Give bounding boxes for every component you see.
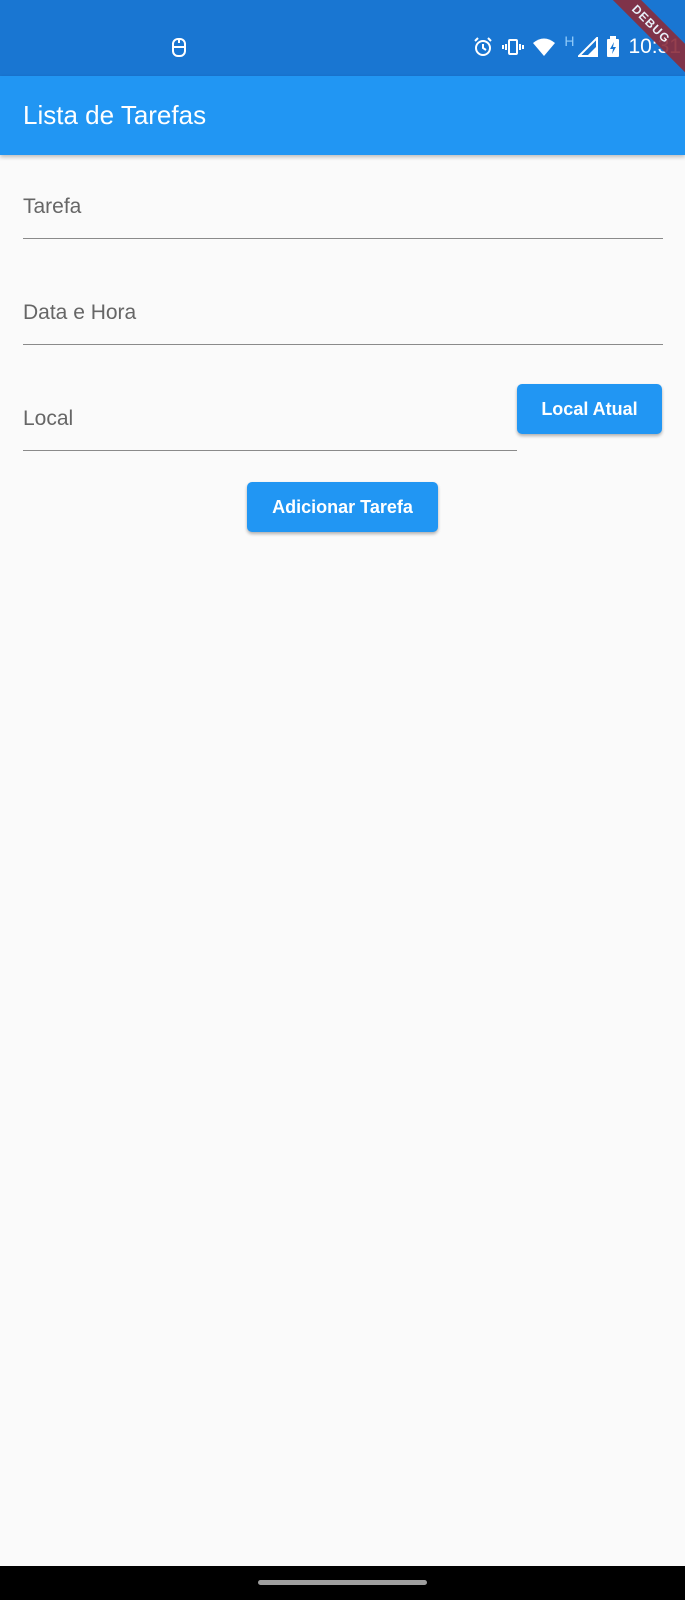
battery-charging-icon [606,36,620,58]
system-nav-bar [0,1566,685,1600]
location-input[interactable] [23,388,517,450]
task-input[interactable] [23,176,663,238]
datetime-field [23,282,663,345]
status-bar: H 10:31 DEBUG [0,0,685,81]
wifi-icon [532,37,556,57]
location-field [23,388,517,451]
datetime-input[interactable] [23,282,663,344]
app-bar: Lista de Tarefas [0,76,685,155]
notification-app-icon [170,37,188,59]
page-title: Lista de Tarefas [23,100,207,130]
home-gesture-handle[interactable] [258,1580,427,1585]
alarm-icon [472,36,494,58]
network-type-badge: H [564,33,575,49]
signal-icon [578,37,599,57]
vibrate-icon [502,36,525,58]
task-field [23,176,663,239]
add-task-button[interactable]: Adicionar Tarefa [247,482,438,532]
current-location-button[interactable]: Local Atual [517,384,662,434]
